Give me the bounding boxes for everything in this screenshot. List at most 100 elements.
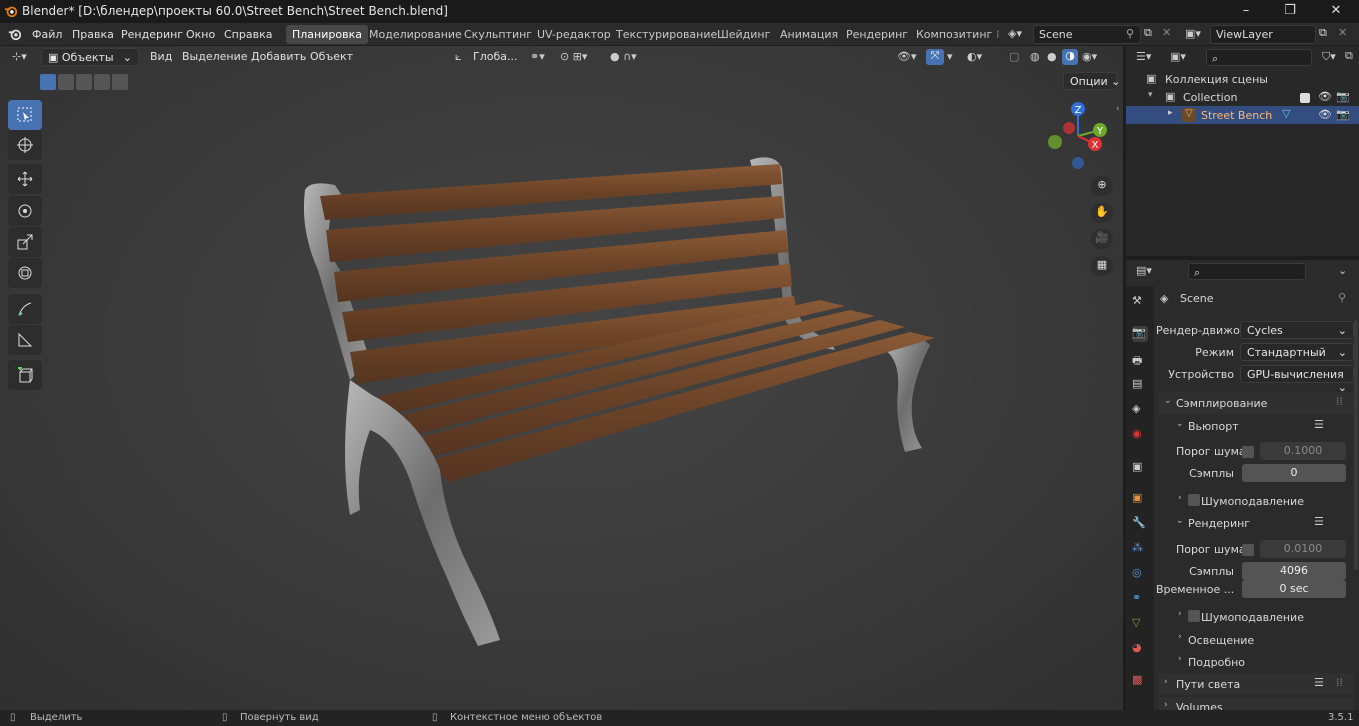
outliner-filter-view-icon[interactable]: ▣▾ [1170, 50, 1186, 63]
maximize-icon[interactable]: ❐ [1281, 3, 1299, 19]
visibility-eye-icon[interactable]: 👁 [1318, 90, 1332, 103]
tool-annotate[interactable] [8, 294, 42, 324]
viewport-subpanel-header[interactable]: ⌄ Вьюпорт ☰ [1172, 416, 1354, 436]
render-engine-dropdown[interactable]: Cycles ⌄ [1240, 321, 1354, 339]
menu-file[interactable]: Файл [32, 28, 62, 41]
pan-hand-icon[interactable]: ✋ [1091, 203, 1113, 223]
properties-search-input[interactable]: ⌕ [1188, 263, 1306, 280]
outliner-search-input[interactable]: ⌕ [1206, 49, 1312, 66]
render-mode-dropdown[interactable]: Стандартный ⌄ [1240, 343, 1354, 361]
physics-tab-icon[interactable]: ◎ [1132, 566, 1148, 582]
texture-tab-icon[interactable]: ▩ [1132, 673, 1148, 689]
expand-arrow-icon[interactable]: ▾ [1148, 90, 1153, 100]
xray-icon[interactable]: ▢ [1009, 50, 1019, 63]
presets-list-icon[interactable]: ☰ [1314, 515, 1324, 528]
device-dropdown[interactable]: GPU-вычисления ⌄ [1240, 365, 1354, 394]
snap-icon[interactable]: ⊙ ⊞▾ [560, 50, 587, 63]
pin-icon[interactable]: ⚲ [1126, 27, 1134, 40]
tool-scale[interactable] [8, 227, 42, 257]
menu-view[interactable]: Вид [150, 50, 172, 63]
sampling-panel-header[interactable]: ⌄ Сэмплирование ⁞⁞ [1158, 392, 1354, 414]
wireframe-shading-icon[interactable]: ◍ [1030, 50, 1040, 63]
tabs-overflow-icon[interactable]: ⁞ [996, 28, 1000, 41]
select-new-icon[interactable] [40, 74, 56, 90]
viewport-samples-field[interactable]: 0 [1242, 464, 1346, 482]
world-tab-icon[interactable]: ◉ [1132, 427, 1148, 443]
outliner-display-mode-icon[interactable]: ☰▾ [1136, 50, 1151, 63]
tool-select-box[interactable] [8, 100, 42, 130]
filter-icon[interactable]: ⛉▾ [1322, 50, 1336, 64]
menu-help[interactable]: Справка [224, 28, 272, 41]
render-noise-threshold-checkbox[interactable] [1242, 544, 1254, 556]
editor-type-icon[interactable]: ⊹▾ [12, 50, 27, 63]
options-dropdown[interactable]: Опции ⌄ [1063, 72, 1120, 90]
volumes-panel-header[interactable]: › Volumes [1158, 697, 1354, 710]
select-extend-icon[interactable] [58, 74, 74, 90]
menu-add[interactable]: Добавить [251, 50, 306, 63]
expand-arrow-icon[interactable]: ▸ [1168, 108, 1173, 118]
collection-checkbox-icon[interactable] [1300, 93, 1310, 103]
pin-icon[interactable]: ⚲ [1338, 291, 1346, 304]
render-camera-icon[interactable]: 📷 [1336, 90, 1350, 103]
scene-tab-icon[interactable]: ◈ [1132, 402, 1148, 418]
select-intersect-icon[interactable] [112, 74, 128, 90]
gizmo-dropdown-icon[interactable]: ▾ [947, 50, 953, 63]
tab-shading[interactable]: Шейдинг [711, 25, 776, 44]
new-view-layer-icon[interactable]: ⧉ [1319, 26, 1327, 40]
perspective-grid-icon[interactable]: ▦ [1091, 256, 1113, 276]
tool-cursor[interactable] [8, 130, 42, 160]
mesh-data-tab-icon[interactable]: ▽ [1132, 616, 1148, 632]
render-noise-threshold-field[interactable]: 0.0100 [1260, 540, 1346, 558]
tab-texture-paint[interactable]: Текстурирование [610, 25, 723, 44]
render-tab-icon[interactable]: 📷 [1132, 326, 1148, 342]
menu-render[interactable]: Рендеринг [121, 28, 183, 41]
tab-rendering[interactable]: Рендеринг [840, 25, 914, 44]
tool-add-cube[interactable] [8, 360, 42, 390]
tool-transform[interactable] [8, 258, 42, 288]
tree-item-scene-collection[interactable]: ▣ Коллекция сцены [1126, 70, 1359, 88]
camera-view-icon[interactable]: 🎥 [1091, 229, 1113, 249]
object-tab-icon[interactable]: ▣ [1132, 491, 1148, 507]
tool-move[interactable] [8, 164, 42, 194]
presets-list-icon[interactable]: ☰ [1314, 676, 1324, 689]
render-subpanel-header[interactable]: ⌄ Рендеринг ☰ [1172, 513, 1354, 533]
tab-compositing[interactable]: Композитинг [910, 25, 998, 44]
menu-select[interactable]: Выделение [182, 50, 248, 63]
properties-options-icon[interactable]: ⌄ [1338, 264, 1347, 277]
viewport-noise-threshold-field[interactable]: 0.1000 [1260, 442, 1346, 460]
select-subtract-icon[interactable] [76, 74, 92, 90]
minimize-icon[interactable]: – [1237, 3, 1255, 19]
rendered-shading-icon[interactable]: ◉▾ [1082, 50, 1097, 63]
tool-tab-icon[interactable]: ⚒ [1132, 294, 1148, 310]
blender-menu-icon[interactable] [8, 27, 22, 41]
gizmo-neg-z-axis[interactable] [1072, 157, 1084, 169]
proportional-edit-icon[interactable]: ● ∩▾ [610, 50, 637, 63]
output-tab-icon[interactable]: 🖶 [1132, 352, 1148, 368]
lighting-subpanel[interactable]: › Освещение [1172, 629, 1354, 649]
tree-item-street-bench[interactable]: ▸ ▽ Street Bench ▽ 👁 📷 [1126, 106, 1359, 124]
visibility-eye-icon[interactable]: 👁 [1318, 108, 1332, 121]
navigation-gizmo[interactable]: Z Y X [1045, 100, 1111, 172]
particles-tab-icon[interactable]: ⁂ [1132, 541, 1148, 557]
delete-scene-icon[interactable]: ✕ [1162, 26, 1171, 39]
tool-rotate[interactable] [8, 196, 42, 226]
tab-layout[interactable]: Планировка [286, 25, 368, 44]
properties-scrollbar[interactable] [1354, 320, 1358, 570]
render-denoise-subpanel[interactable]: › Шумоподавление [1172, 606, 1354, 626]
solid-shading-icon[interactable]: ● [1047, 50, 1057, 63]
visibility-icon[interactable]: 👁▾ [897, 50, 917, 63]
constraints-tab-icon[interactable]: ⚭ [1132, 591, 1148, 607]
viewport-denoise-subpanel[interactable]: › Шумоподавление [1172, 490, 1354, 510]
tree-item-collection[interactable]: ▾ ▣ Collection 👁 📷 [1126, 88, 1359, 106]
delete-view-layer-icon[interactable]: ✕ [1338, 26, 1347, 39]
new-collection-icon[interactable]: ⧉ [1345, 49, 1353, 63]
view-layer-field[interactable]: ViewLayer [1210, 25, 1316, 44]
viewport-noise-threshold-checkbox[interactable] [1242, 446, 1254, 458]
menu-edit[interactable]: Правка [72, 28, 114, 41]
tab-sculpting[interactable]: Скульптинг [458, 25, 538, 44]
scene-name-field[interactable]: Scene [1033, 25, 1141, 44]
advanced-subpanel[interactable]: › Подробно [1172, 651, 1354, 671]
menu-object[interactable]: Объект [310, 50, 353, 63]
render-camera-icon[interactable]: 📷 [1336, 108, 1350, 121]
tab-uv-editing[interactable]: UV-редактор [531, 25, 617, 44]
